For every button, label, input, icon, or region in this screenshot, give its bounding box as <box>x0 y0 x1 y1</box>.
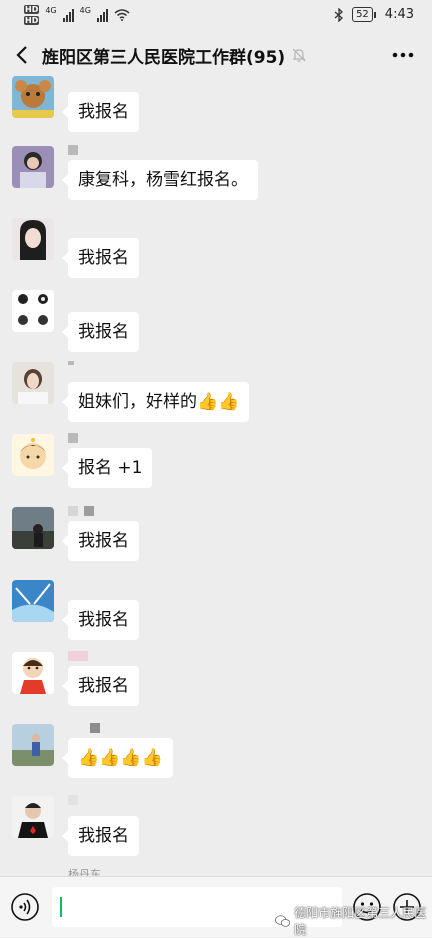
message-bubble[interactable]: 我报名 <box>62 666 139 706</box>
network-label-2: 4G <box>79 6 91 15</box>
avatar[interactable] <box>12 580 54 622</box>
avatar[interactable] <box>12 290 54 332</box>
bell-muted-icon <box>292 48 306 62</box>
message-bubble[interactable]: 报名 +1 <box>61 448 153 488</box>
message-bubble[interactable]: 我报名 <box>62 312 139 352</box>
watermark-text: 德阳市旌阳区第三人民医院 <box>294 906 427 937</box>
message-bubble[interactable]: 康复科，杨雪红报名。 <box>62 160 258 200</box>
hd-badges: HD HD <box>24 4 40 26</box>
more-dots-icon <box>392 52 414 58</box>
avatar[interactable] <box>12 724 54 766</box>
nickname-mask <box>68 795 78 805</box>
nickname-mask <box>68 145 78 155</box>
message-bubble[interactable]: 我报名 <box>62 816 139 856</box>
signal-icon <box>96 8 108 22</box>
message-bubble[interactable]: 👍👍👍👍 <box>62 738 173 778</box>
nickname-mask <box>68 723 100 733</box>
avatar[interactable] <box>12 434 54 476</box>
chevron-left-icon <box>16 46 27 64</box>
hd-badge-1: HD <box>24 5 40 14</box>
nickname-mask <box>68 506 94 516</box>
wechat-logo-icon <box>275 915 291 927</box>
watermark: 德阳市旌阳区第三人民医院 <box>275 904 432 938</box>
nickname-mask <box>68 433 78 443</box>
clock: 4:43 <box>384 7 414 22</box>
avatar[interactable] <box>12 652 54 694</box>
nickname-mask <box>68 651 88 661</box>
signal-icon <box>62 8 74 22</box>
bluetooth-icon <box>334 7 344 22</box>
wifi-icon <box>114 9 130 21</box>
battery-level: 52 <box>352 7 376 22</box>
status-left: HD HD 4G 4G <box>24 4 130 26</box>
avatar[interactable] <box>12 218 54 260</box>
message-bubble[interactable]: 我报名 <box>62 92 139 132</box>
avatar[interactable] <box>12 796 54 838</box>
nickname-mask <box>68 361 74 371</box>
message-bubble[interactable]: 姐妹们，好样的👍👍 <box>61 382 250 422</box>
back-button[interactable] <box>2 32 42 78</box>
page-title[interactable]: 旌阳区第三人民医院工作群(95) <box>42 43 285 68</box>
status-right: 52 4:43 <box>334 7 414 22</box>
text-cursor <box>60 897 62 917</box>
status-bar: HD HD 4G 4G 52 4:43 <box>0 0 432 32</box>
message-bubble[interactable]: 我报名 <box>62 600 139 640</box>
more-button[interactable] <box>390 42 416 68</box>
avatar[interactable] <box>12 362 54 404</box>
message-bubble[interactable]: 我报名 <box>62 521 139 561</box>
message-bubble[interactable]: 我报名 <box>62 238 139 278</box>
hd-badge-2: HD <box>24 16 40 25</box>
avatar[interactable] <box>12 507 54 549</box>
avatar[interactable] <box>12 76 54 118</box>
voice-icon[interactable] <box>10 892 40 922</box>
network-label-1: 4G <box>45 6 57 15</box>
chat-header: 旌阳区第三人民医院工作群(95) <box>0 32 432 78</box>
avatar[interactable] <box>12 146 54 188</box>
